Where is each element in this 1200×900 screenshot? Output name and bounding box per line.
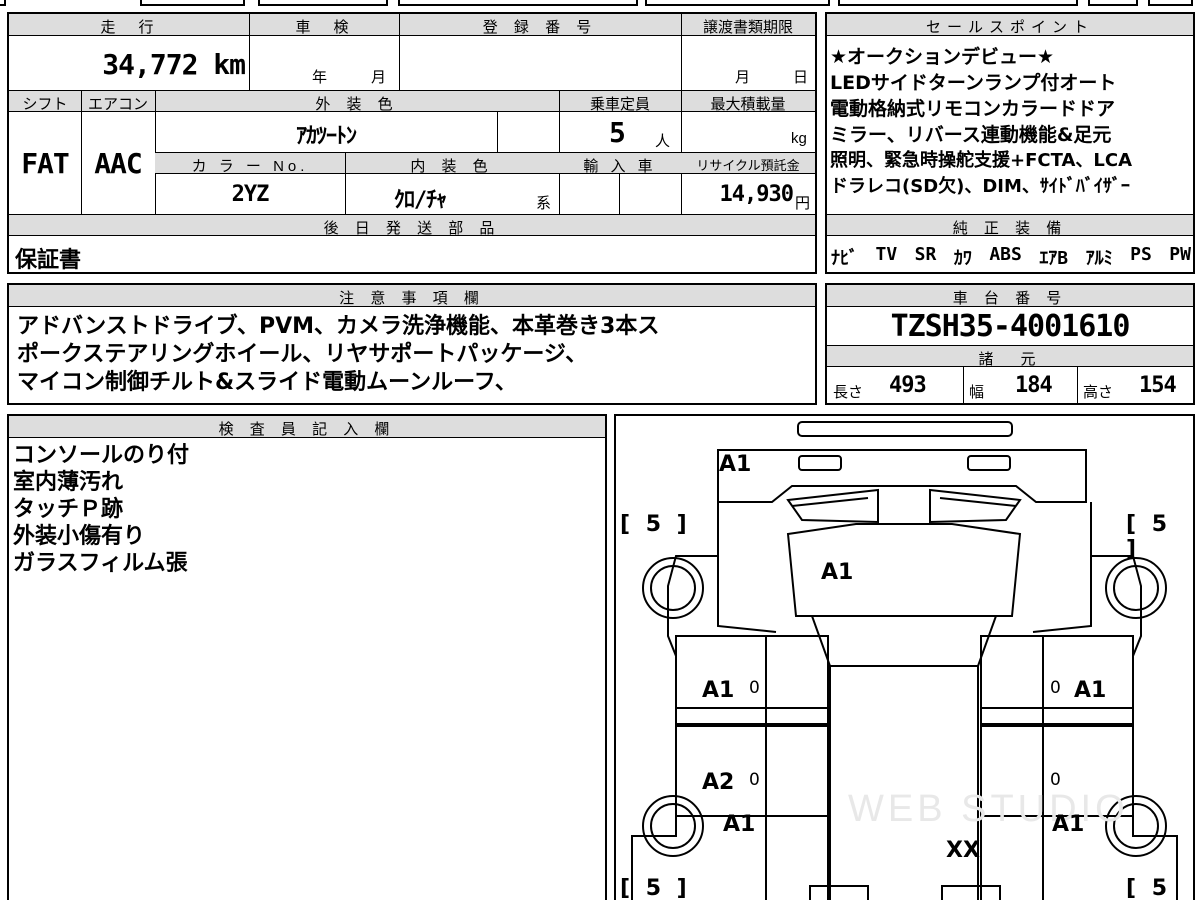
mark-roof: XX bbox=[946, 838, 980, 863]
sales-points-label: セールスポイント bbox=[925, 19, 1094, 36]
width-label: 幅 bbox=[969, 384, 985, 401]
exterior-color-label: 外 装 色 bbox=[315, 96, 399, 113]
height-label: 高さ bbox=[1083, 384, 1114, 401]
inspector-line: タッチＰ跡 bbox=[13, 497, 124, 522]
transfer-deadline-label: 譲渡書類期限 bbox=[702, 19, 793, 36]
color-no-value: 2YZ bbox=[231, 182, 270, 207]
sales-point-line: 電動格納式リモコンカラードドア bbox=[830, 98, 1116, 120]
equipment-item: ﾅﾋﾞ bbox=[831, 248, 858, 269]
interior-suffix: 系 bbox=[536, 195, 552, 212]
notes-text: アドバンストドライブ、PVM、カメラ洗浄機能、本革巻き3本ス ポークステアリング… bbox=[17, 313, 812, 397]
interior-color-label: 内 装 色 bbox=[410, 158, 494, 175]
top-strip bbox=[0, 0, 1200, 8]
inspector-notes: コンソールのり付 室内薄汚れ タッチＰ跡 外装小傷有り ガラスフィルム張 bbox=[13, 442, 189, 577]
vehicle-info-box: 走 行 車 検 登 録 番 号 譲渡書類期限 34,772 km 年 月 月 日… bbox=[7, 12, 817, 274]
sales-point-line: ★オークションデビュー★ bbox=[830, 46, 1055, 68]
watermark-text: WEB STUDIO bbox=[848, 788, 1129, 830]
sales-point-line: LEDサイドターンランプ付オート bbox=[830, 72, 1117, 94]
equipment-item: PW bbox=[1169, 244, 1191, 265]
capacity-value: 5 bbox=[609, 116, 626, 149]
ac-label: エアコン bbox=[87, 96, 148, 113]
inspector-line: ガラスフィルム張 bbox=[13, 551, 188, 576]
ac-value: AAC bbox=[94, 147, 143, 180]
interior-color-value: ｸﾛ/ﾁｬ bbox=[393, 188, 447, 213]
inspection-label: 車 検 bbox=[295, 19, 353, 36]
height-value: 154 bbox=[1139, 373, 1177, 398]
equipment-item: ｱﾙﾐ bbox=[1085, 248, 1113, 269]
mark-right-rear-quarter: A1 bbox=[1052, 812, 1085, 837]
bracket-bottom-right: [ 5 ] bbox=[1126, 876, 1172, 900]
inspection-month: 月 bbox=[371, 69, 387, 86]
mark-right-front-door: A1 bbox=[1074, 678, 1107, 703]
inspector-line: 室内薄汚れ bbox=[13, 470, 124, 495]
transfer-month: 月 bbox=[735, 69, 751, 86]
specs-label: 諸 元 bbox=[978, 351, 1042, 368]
mark-left-front-door: A1 bbox=[702, 678, 735, 703]
mark-left-rear-door: A2 bbox=[702, 770, 735, 795]
inspector-box: 検 査 員 記 入 欄 コンソールのり付 室内薄汚れ タッチＰ跡 外装小傷有り … bbox=[7, 414, 607, 900]
capacity-label: 乗車定員 bbox=[589, 96, 650, 113]
length-label: 長さ bbox=[833, 384, 864, 401]
zero-marker: 0 bbox=[1050, 770, 1061, 790]
later-parts-label: 後 日 発 送 部 品 bbox=[323, 220, 501, 237]
equipment-item: ABS bbox=[989, 244, 1022, 265]
mark-front-bumper: A1 bbox=[719, 452, 752, 477]
notes-line: ポークステアリングホイール、リヤサポートパッケージ、 bbox=[17, 342, 588, 367]
equipment-item: TV bbox=[875, 244, 898, 265]
exterior-color-value: ｱｶﾂｰﾄﾝ bbox=[295, 124, 357, 149]
chassis-label: 車 台 番 号 bbox=[952, 290, 1068, 307]
bracket-top-left: [ 5 ] bbox=[620, 512, 691, 537]
width-value: 184 bbox=[1015, 373, 1053, 398]
sales-point-line: 照明、緊急時操舵支援+FCTA、LCA bbox=[830, 150, 1133, 171]
factory-equipment-list: ﾅﾋﾞ TV SR ｶﾜ ABS ｴｱB ｱﾙﾐ PS PW bbox=[831, 244, 1191, 270]
inspector-line: コンソールのり付 bbox=[13, 443, 190, 468]
sales-points-list: ★オークションデビュー★ LEDサイドターンランプ付オート 電動格納式リモコンカ… bbox=[830, 44, 1192, 200]
recycle-unit: 円 bbox=[795, 195, 811, 212]
factory-equipment-label: 純 正 装 備 bbox=[952, 220, 1068, 237]
chassis-box: 車 台 番 号 TZSH35-4001610 諸 元 長さ 493 幅 184 … bbox=[825, 283, 1195, 405]
max-load-label: 最大積載量 bbox=[710, 96, 786, 113]
sales-point-line: ミラー、リバース連動機能&足元 bbox=[830, 124, 1112, 146]
mark-left-rear-quarter: A1 bbox=[723, 812, 756, 837]
equipment-item: ｶﾜ bbox=[953, 248, 972, 269]
mileage-value: 34,772 km bbox=[102, 48, 246, 81]
notes-line: アドバンストドライブ、PVM、カメラ洗浄機能、本革巻き3本ス bbox=[17, 314, 660, 339]
bracket-bottom-left: [ 5 ] bbox=[620, 876, 691, 900]
zero-marker: 0 bbox=[749, 770, 760, 790]
sales-points-box: セールスポイント ★オークションデビュー★ LEDサイドターンランプ付オート 電… bbox=[825, 12, 1195, 274]
car-diagram-box: WEB STUDIO A1 A1 A1 A1 A2 A1 A1 XX 0 0 0… bbox=[614, 414, 1195, 900]
later-parts-value: 保証書 bbox=[15, 247, 82, 272]
notes-label: 注 意 事 項 欄 bbox=[339, 290, 485, 307]
import-label: 輸 入 車 bbox=[583, 158, 657, 175]
chassis-number: TZSH35-4001610 bbox=[890, 309, 1131, 344]
equipment-item: PS bbox=[1130, 244, 1152, 265]
color-no-label: カ ラ ー No. bbox=[191, 158, 309, 175]
zero-marker: 0 bbox=[1050, 678, 1061, 698]
shift-label: シフト bbox=[22, 96, 68, 113]
shift-value: FAT bbox=[21, 147, 70, 180]
notes-box: 注 意 事 項 欄 アドバンストドライブ、PVM、カメラ洗浄機能、本革巻き3本ス… bbox=[7, 283, 817, 405]
inspector-line: 外装小傷有り bbox=[13, 524, 146, 549]
sales-point-line: ドラレコ(SD欠)、DIM、ｻｲﾄﾞﾊﾞｲｻﾞｰ bbox=[830, 176, 1130, 197]
bracket-top-right: [ 5 ] bbox=[1126, 512, 1172, 562]
length-value: 493 bbox=[889, 373, 927, 398]
max-load-unit: kg bbox=[791, 130, 807, 147]
inspector-label: 検 査 員 記 入 欄 bbox=[218, 421, 396, 438]
equipment-item: ｴｱB bbox=[1039, 248, 1069, 269]
recycle-deposit-value: 14,930 bbox=[719, 182, 794, 207]
mileage-label: 走 行 bbox=[100, 19, 158, 36]
notes-line: マイコン制御チルト&スライド電動ムーンルーフ、 bbox=[17, 370, 517, 395]
mark-hood: A1 bbox=[821, 560, 854, 585]
inspection-year: 年 bbox=[312, 69, 328, 86]
registration-label: 登 録 番 号 bbox=[482, 19, 598, 36]
recycle-deposit-label: リサイクル預託金 bbox=[696, 158, 800, 173]
capacity-unit: 人 bbox=[655, 133, 671, 150]
zero-marker: 0 bbox=[749, 678, 760, 698]
transfer-day: 日 bbox=[793, 69, 809, 86]
equipment-item: SR bbox=[914, 244, 937, 265]
